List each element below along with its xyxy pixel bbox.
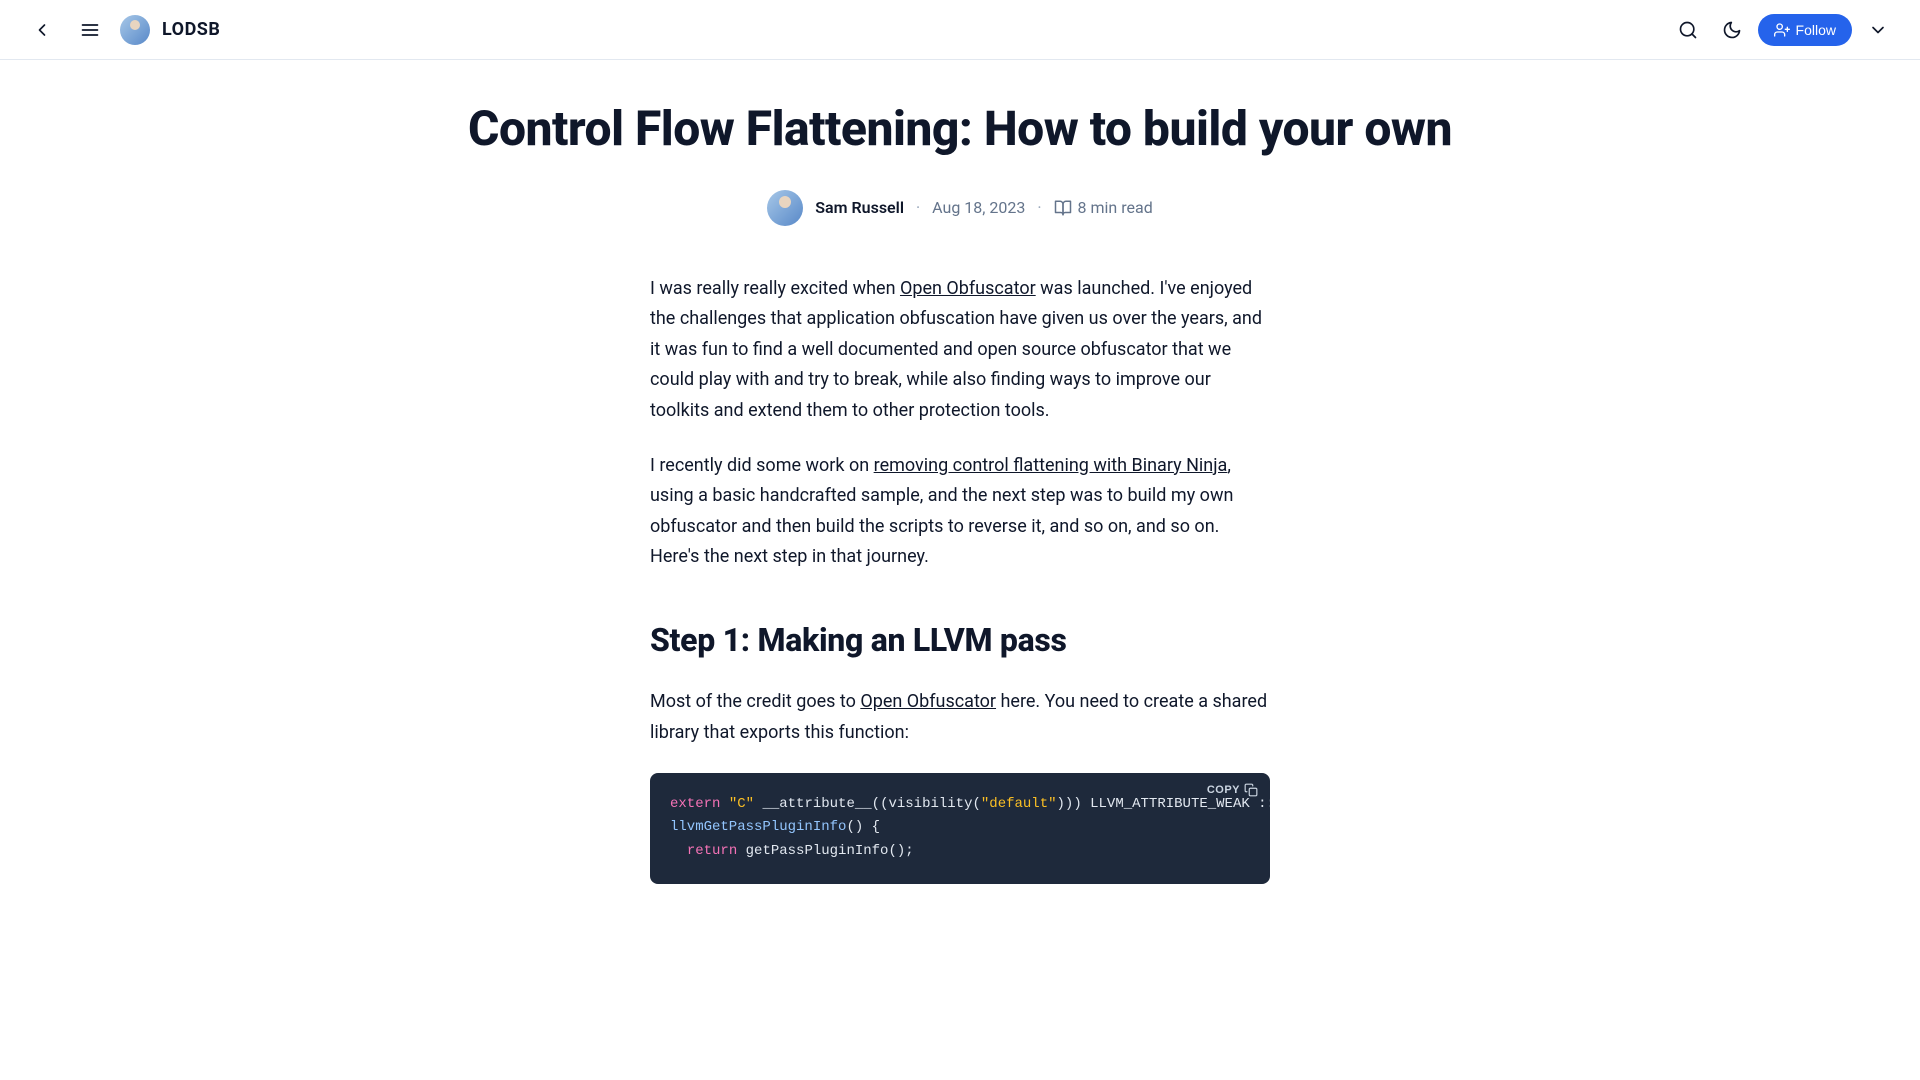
- code-line-1: extern "C" __attribute__((visibility("de…: [670, 793, 1250, 817]
- author-name[interactable]: Sam Russell: [815, 198, 904, 217]
- copy-code-button[interactable]: COPY: [1207, 783, 1258, 797]
- article: Control Flow Flattening: How to build yo…: [400, 60, 1520, 884]
- hamburger-icon: [80, 20, 100, 40]
- code-line-3: return getPassPluginInfo();: [670, 840, 1250, 864]
- header-left-group: LODSB: [24, 12, 220, 48]
- chevron-left-icon: [32, 20, 52, 40]
- article-title: Control Flow Flattening: How to build yo…: [424, 100, 1496, 158]
- code-block: COPY extern "C" __attribute__((visibilit…: [650, 773, 1270, 884]
- article-meta: Sam Russell · Aug 18, 2023 · 8 min read: [424, 190, 1496, 226]
- copy-label: COPY: [1207, 784, 1240, 796]
- menu-button[interactable]: [72, 12, 108, 48]
- search-icon: [1678, 20, 1698, 40]
- moon-icon: [1722, 20, 1742, 40]
- more-dropdown-button[interactable]: [1860, 12, 1896, 48]
- article-body: I was really really excited when Open Ob…: [650, 274, 1270, 884]
- meta-separator: ·: [1037, 198, 1041, 217]
- back-button[interactable]: [24, 12, 60, 48]
- header-right-group: Follow: [1670, 12, 1896, 48]
- link-binary-ninja[interactable]: removing control flattening with Binary …: [874, 455, 1228, 476]
- clipboard-icon: [1244, 783, 1258, 797]
- paragraph-2: I recently did some work on removing con…: [650, 451, 1270, 573]
- search-button[interactable]: [1670, 12, 1706, 48]
- user-plus-icon: [1774, 22, 1790, 38]
- book-icon: [1054, 199, 1072, 217]
- theme-toggle-button[interactable]: [1714, 12, 1750, 48]
- meta-separator: ·: [916, 198, 920, 217]
- read-time-group: 8 min read: [1054, 198, 1153, 217]
- chevron-down-icon: [1868, 20, 1888, 40]
- author-avatar[interactable]: [767, 190, 803, 226]
- link-open-obfuscator-2[interactable]: Open Obfuscator: [860, 691, 996, 712]
- link-open-obfuscator[interactable]: Open Obfuscator: [900, 278, 1036, 299]
- paragraph-1: I was really really excited when Open Ob…: [650, 274, 1270, 427]
- code-line-2: llvmGetPassPluginInfo() {: [670, 816, 1250, 840]
- follow-label: Follow: [1796, 22, 1836, 38]
- brand-name[interactable]: LODSB: [162, 19, 220, 40]
- paragraph-3: Most of the credit goes to Open Obfuscat…: [650, 687, 1270, 748]
- read-time-text: 8 min read: [1078, 198, 1153, 217]
- heading-step1: Step 1: Making an LLVM pass: [650, 613, 1270, 667]
- brand-avatar[interactable]: [120, 15, 150, 45]
- page-header: LODSB Follow: [0, 0, 1920, 60]
- publish-date: Aug 18, 2023: [932, 198, 1025, 217]
- follow-button[interactable]: Follow: [1758, 14, 1852, 46]
